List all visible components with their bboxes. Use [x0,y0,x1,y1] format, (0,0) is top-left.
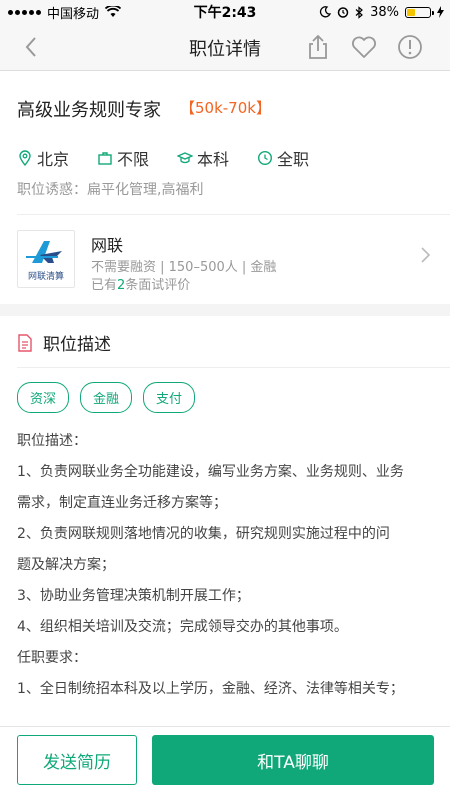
charging-icon [437,6,444,18]
tag-chip: 支付 [143,382,196,413]
company-meta: 不需要融资 | 150–500人 | 金融 [91,260,277,275]
description-line: 1、负责网联业务全功能建设，编写业务方案、业务规则、业务 [17,464,404,480]
moon-icon [320,6,332,18]
heart-icon[interactable] [350,33,378,61]
tag-chip: 资深 [17,382,70,413]
chat-button[interactable]: 和TA聊聊 [152,735,434,785]
description-line: 题及解决方案； [17,557,115,573]
bottom-action-bar: 发送简历 和TA聊聊 [0,726,450,801]
job-description-card: 职位描述 资深 金融 支付 职位描述： 1、负责网联业务全功能建设，编写业务方案、业务… [0,316,450,736]
attr-type: 全职 [257,146,309,170]
divider [17,214,450,215]
page-title: 职位详情 [189,39,261,60]
bluetooth-icon [355,5,364,19]
job-perks: 职位诱惑：扁平化管理,高福利 [17,182,204,198]
description-line: 4、组织相关培训及交流；完成领导交办的其他事项。 [17,619,348,635]
tag-list: 资深 金融 支付 [17,382,196,413]
company-row[interactable]: 网联清算 网联 不需要融资 | 150–500人 | 金融 已有2条面试评价 [0,216,450,296]
location-text: 北京 [37,150,70,169]
description-line: 职位描述： [17,433,87,449]
description-line: 2、负责网联规则落地情况的收集，研究规则实施过程中的问 [17,526,390,542]
attr-education: 本科 [177,146,229,170]
description-line: 3、协助业务管理决策机制开展工作； [17,588,250,604]
company-review[interactable]: 已有2条面试评价 [91,274,190,293]
chevron-right-icon [421,247,431,263]
tag-chip: 金融 [80,382,133,413]
job-attributes: 北京 不限 本科 全职 [17,146,309,170]
report-icon[interactable] [396,33,424,61]
alarm-icon [337,7,349,18]
graduation-cap-icon [177,152,194,164]
location-pin-icon [19,150,31,166]
status-bar: 中国移动 下午2:43 38% [0,0,450,24]
document-icon [18,333,32,352]
clock-icon [258,150,273,166]
review-suffix: 条面试评价 [125,278,191,293]
company-logo-mark: 网联清算 [26,241,64,282]
battery-icon [405,6,434,18]
job-header-card: 高级业务规则专家 【50k-70k】 北京 不限 本科 全职 职位诱惑：扁平化管… [0,71,450,304]
description-line: 需求，制定直连业务迁移方案等； [17,495,227,511]
battery-percent: 38% [370,4,399,20]
attr-location: 北京 [17,146,69,170]
salary-label: 【50k-70k】 [180,99,271,117]
description-text: 职位描述： 1、负责网联业务全功能建设，编写业务方案、业务规则、业务 需求，制定直连… [17,426,433,705]
company-name: 网联 [91,236,124,255]
send-resume-button[interactable]: 发送简历 [17,735,137,785]
description-line: 1、全日制统招本科及以上学历，金融、经济、法律等相关专； [17,681,404,697]
job-title: 高级业务规则专家 [17,100,161,121]
share-icon[interactable] [304,33,332,61]
company-logo: 网联清算 [17,230,75,288]
divider [17,367,450,368]
type-text: 全职 [277,150,310,169]
education-text: 本科 [197,150,230,169]
section-header: 职位描述 [17,330,111,355]
logo-text: 网联清算 [28,270,64,282]
battery-level [407,8,416,16]
briefcase-icon [98,152,112,165]
section-title: 职位描述 [43,335,111,355]
review-prefix: 已有 [91,278,118,293]
nav-bar: 职位详情 [0,24,450,71]
attr-experience: 不限 [97,146,149,170]
description-line: 任职要求： [17,650,87,666]
experience-text: 不限 [117,150,150,169]
